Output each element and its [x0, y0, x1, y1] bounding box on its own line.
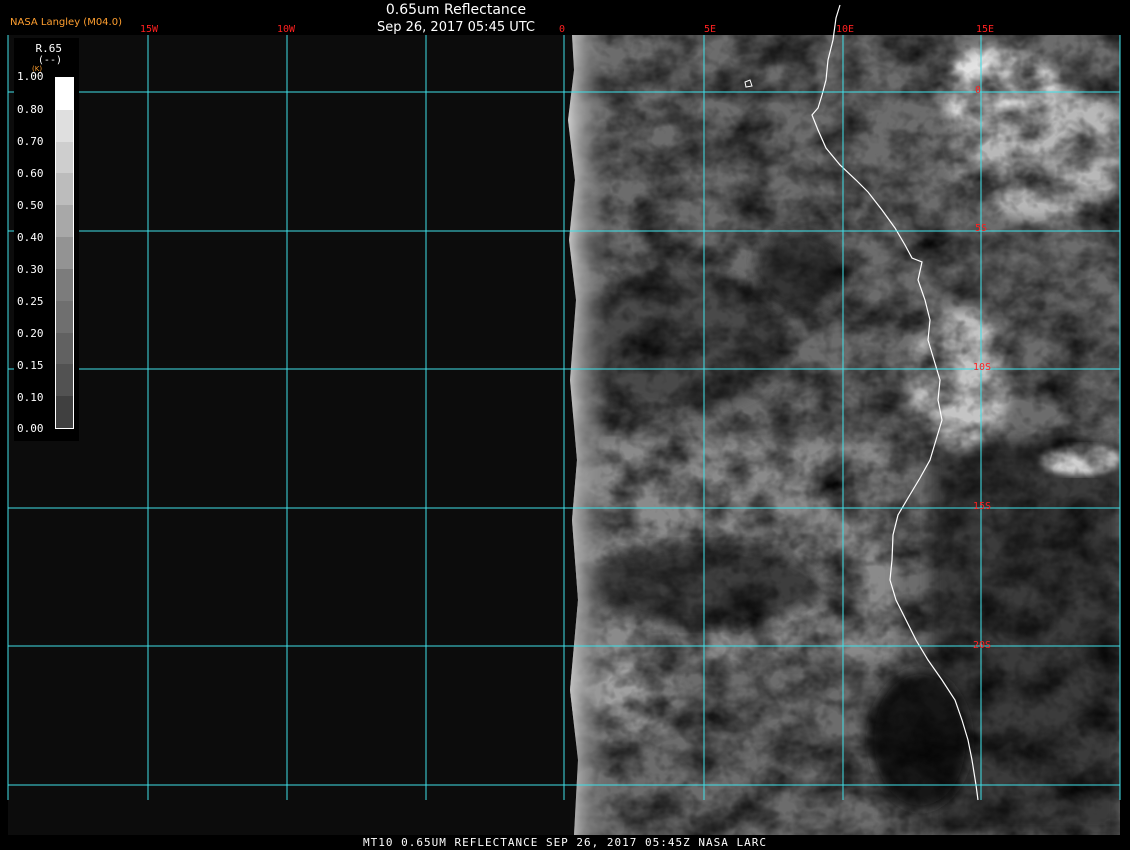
legend-tick: 0.10: [17, 391, 44, 404]
legend-color-step: [56, 300, 73, 333]
legend-tick: 0.15: [17, 359, 44, 372]
lat-label-5s: 5S: [975, 223, 988, 234]
legend-color-step: [56, 332, 73, 365]
satellite-imagery: [568, 35, 1120, 835]
legend-tick: 0.80: [17, 103, 44, 116]
legend-color-step: [56, 396, 73, 428]
legend-tick: 0.25: [17, 295, 44, 308]
lon-label-10w: 10W: [277, 24, 296, 35]
map-canvas: [7, 4, 1121, 835]
legend-tick: 0.70: [17, 135, 44, 148]
lon-label-0: 0: [559, 24, 566, 35]
color-legend: R.65 (--) (K) 1.00 0.80 0.70 0.60 0.50 0…: [14, 38, 79, 441]
legend-tick: 0.40: [17, 231, 44, 244]
lon-label-15e: 15E: [976, 24, 995, 35]
legend-color-step: [56, 205, 73, 238]
lat-label-0: 0: [975, 85, 982, 96]
legend-color-step: [56, 268, 73, 301]
legend-color-step: [56, 109, 73, 142]
legend-color-step: [56, 364, 73, 397]
image-datetime: Sep 26, 2017 05:45 UTC: [376, 20, 536, 35]
legend-color-step: [56, 173, 73, 206]
image-title: 0.65um Reflectance: [385, 2, 527, 18]
legend-tick: 0.00: [17, 422, 44, 435]
lon-label-15w: 15W: [140, 24, 159, 35]
lon-label-5e: 5E: [704, 24, 717, 35]
legend-tick: 0.50: [17, 199, 44, 212]
footer-caption: MT10 0.65UM REFLECTANCE SEP 26, 2017 05:…: [363, 836, 767, 849]
legend-color-step: [56, 237, 73, 269]
legend-color-step: [56, 78, 73, 110]
lon-label-10e: 10E: [836, 24, 855, 35]
legend-color-step: [56, 141, 73, 174]
lat-label-20s: 20S: [973, 640, 992, 651]
legend-tick: 0.30: [17, 263, 44, 276]
legend-color-bar: [55, 77, 74, 429]
lat-label-15s: 15S: [973, 501, 992, 512]
satellite-image-viewer: NASA Langley (M04.0) 0.65um Reflectance …: [0, 0, 1130, 850]
legend-tick: 0.60: [17, 167, 44, 180]
legend-variable-name: R.65: [35, 42, 63, 55]
legend-tick: 1.00: [17, 70, 44, 83]
lat-label-10s: 10S: [973, 362, 992, 373]
legend-tick: 0.20: [17, 327, 44, 340]
